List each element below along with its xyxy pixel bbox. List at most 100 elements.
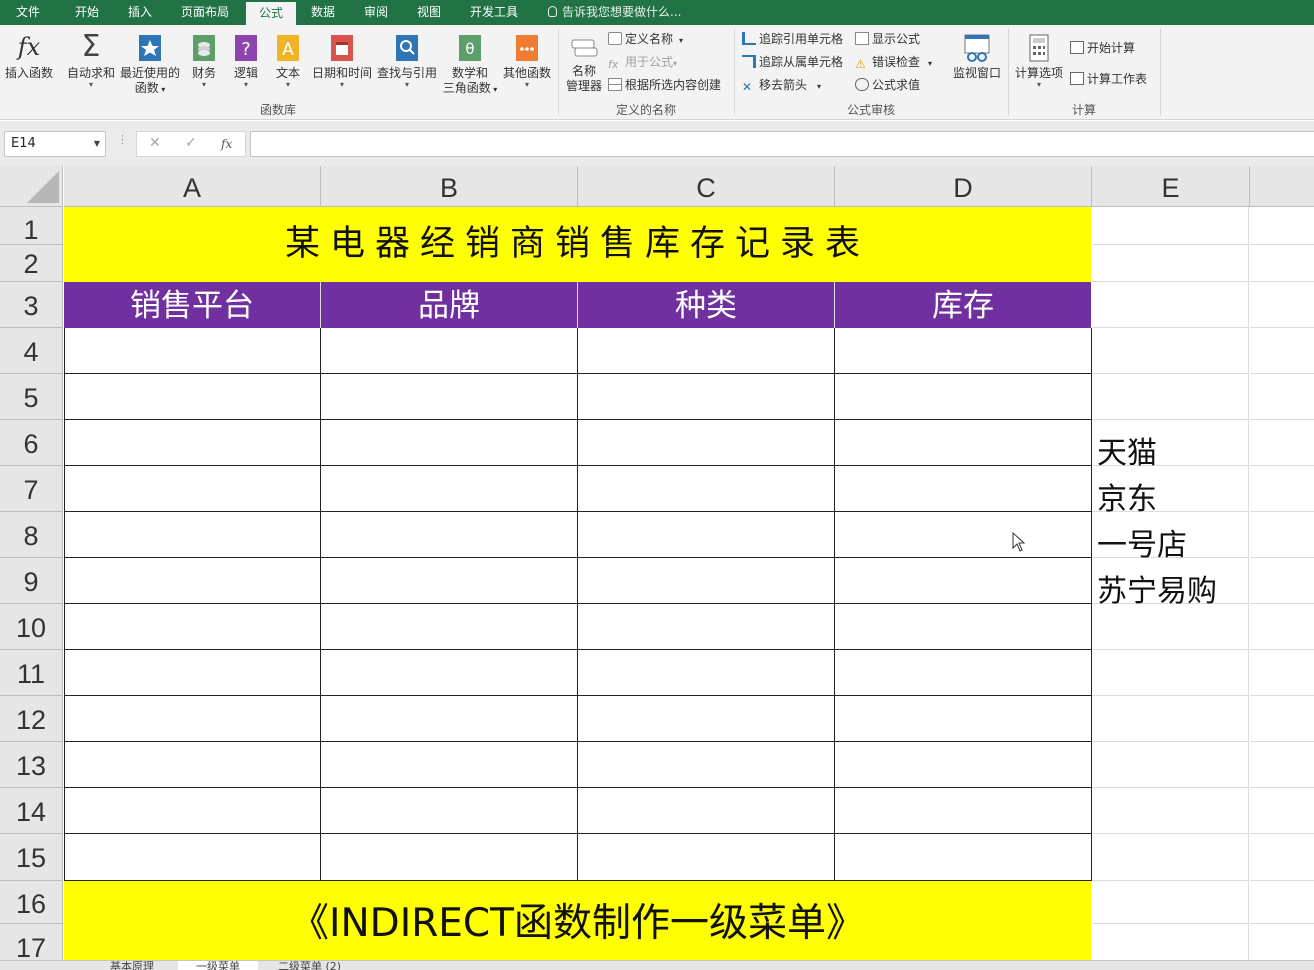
table-cell[interactable] bbox=[321, 834, 578, 881]
tab-developer[interactable]: 开发工具 bbox=[460, 0, 528, 25]
show-formulas-button[interactable]: 显示公式 bbox=[855, 30, 920, 48]
cell-e7[interactable]: 京东 bbox=[1097, 474, 1157, 518]
formula-input[interactable] bbox=[250, 131, 1314, 157]
column-header-b[interactable]: B bbox=[321, 166, 578, 207]
tab-page-layout[interactable]: 页面布局 bbox=[170, 0, 240, 25]
calculation-options-button[interactable]: 计算选项 ▾ bbox=[1012, 33, 1066, 89]
grid-cell[interactable] bbox=[1250, 696, 1314, 742]
table-cell[interactable] bbox=[578, 650, 835, 696]
table-cell[interactable] bbox=[835, 604, 1092, 650]
row-header[interactable]: 6 bbox=[0, 420, 63, 466]
table-cell[interactable] bbox=[321, 466, 578, 512]
grid-cell[interactable] bbox=[1092, 696, 1249, 742]
row-header[interactable]: 17 bbox=[0, 924, 63, 960]
row-header[interactable]: 9 bbox=[0, 558, 63, 604]
text-functions-button[interactable]: A 文本 ▾ bbox=[269, 33, 307, 89]
chevron-down-icon[interactable]: ▼ bbox=[94, 132, 100, 156]
grid-cell[interactable] bbox=[1250, 788, 1314, 834]
tab-data[interactable]: 数据 bbox=[298, 0, 348, 25]
worksheet-grid[interactable]: A B C D E 1 2 3 4 5 6 7 8 9 10 11 12 13 … bbox=[0, 166, 1314, 960]
fx-icon[interactable]: fx bbox=[221, 137, 232, 151]
use-in-formula-button[interactable]: fx 用于公式▾ bbox=[608, 53, 677, 71]
financial-button[interactable]: 财务 ▾ bbox=[185, 33, 223, 89]
row-header[interactable]: 14 bbox=[0, 788, 63, 834]
column-header-f[interactable] bbox=[1250, 166, 1314, 207]
column-header-a[interactable]: A bbox=[64, 166, 321, 207]
table-cell[interactable] bbox=[835, 788, 1092, 834]
name-manager-button[interactable]: 名称 管理器 bbox=[562, 35, 606, 94]
sheet-tab-active[interactable]: 一级菜单 bbox=[178, 961, 258, 970]
row-header[interactable]: 16 bbox=[0, 881, 63, 924]
insert-function-button[interactable]: fx 插入函数 bbox=[2, 33, 56, 81]
cancel-icon[interactable]: ✕ bbox=[149, 135, 161, 151]
sheet-tab[interactable]: 二级菜单 (2) bbox=[278, 961, 341, 970]
row-header[interactable]: 11 bbox=[0, 650, 63, 696]
footer-banner[interactable]: 《INDIRECT函数制作一级菜单》 bbox=[64, 881, 1091, 960]
grid-cell[interactable] bbox=[1250, 881, 1314, 924]
grid-cell[interactable] bbox=[1092, 924, 1249, 960]
grid-cell[interactable] bbox=[1250, 282, 1314, 328]
row-header[interactable]: 3 bbox=[0, 282, 63, 328]
table-cell[interactable] bbox=[578, 328, 835, 374]
trace-dependents-button[interactable]: 追踪从属单元格 bbox=[742, 53, 843, 71]
grid-cell[interactable] bbox=[1092, 650, 1249, 696]
table-cell[interactable] bbox=[578, 834, 835, 881]
table-cell[interactable] bbox=[64, 696, 321, 742]
row-header[interactable]: 13 bbox=[0, 742, 63, 788]
column-header-e[interactable]: E bbox=[1092, 166, 1250, 207]
table-cell[interactable] bbox=[578, 466, 835, 512]
table-cell[interactable] bbox=[578, 374, 835, 420]
grid-cell[interactable] bbox=[1092, 207, 1249, 245]
sheet-tab[interactable]: 基本原理 bbox=[110, 961, 154, 970]
logical-button[interactable]: ? 逻辑 ▾ bbox=[227, 33, 265, 89]
row-header[interactable]: 12 bbox=[0, 696, 63, 742]
table-cell[interactable] bbox=[835, 420, 1092, 466]
table-cell[interactable] bbox=[321, 742, 578, 788]
watch-window-button[interactable]: 监视窗口 bbox=[950, 33, 1004, 81]
table-cell[interactable] bbox=[835, 558, 1092, 604]
table-cell[interactable] bbox=[321, 696, 578, 742]
table-cell[interactable] bbox=[321, 512, 578, 558]
header-cell-stock[interactable]: 库存 bbox=[835, 282, 1091, 328]
grid-cell[interactable] bbox=[1250, 604, 1314, 650]
table-cell[interactable] bbox=[578, 604, 835, 650]
row-header[interactable]: 10 bbox=[0, 604, 63, 650]
grid-cell[interactable] bbox=[1092, 604, 1249, 650]
calculate-now-button[interactable]: 开始计算 bbox=[1070, 39, 1135, 57]
autosum-button[interactable]: Σ 自动求和 ▾ bbox=[64, 32, 118, 89]
grid-cell[interactable] bbox=[1250, 924, 1314, 960]
table-cell[interactable] bbox=[835, 328, 1092, 374]
table-cell[interactable] bbox=[835, 834, 1092, 881]
grid-cell[interactable] bbox=[1250, 558, 1314, 604]
grid-cell[interactable] bbox=[1092, 742, 1249, 788]
grid-cell[interactable] bbox=[1250, 512, 1314, 558]
table-cell[interactable] bbox=[64, 650, 321, 696]
trace-precedents-button[interactable]: 追踪引用单元格 bbox=[742, 30, 843, 48]
row-header[interactable]: 4 bbox=[0, 328, 63, 374]
table-cell[interactable] bbox=[321, 420, 578, 466]
table-cell[interactable] bbox=[321, 374, 578, 420]
grid-cell[interactable] bbox=[1092, 788, 1249, 834]
column-header-c[interactable]: C bbox=[578, 166, 835, 207]
grid-cell[interactable] bbox=[1250, 420, 1314, 466]
remove-arrows-button[interactable]: ✕ 移去箭头 ▾ bbox=[742, 76, 821, 94]
table-cell[interactable] bbox=[835, 650, 1092, 696]
table-cell[interactable] bbox=[578, 742, 835, 788]
check-icon[interactable]: ✓ bbox=[185, 135, 197, 151]
table-cell[interactable] bbox=[321, 788, 578, 834]
tab-insert[interactable]: 插入 bbox=[115, 0, 165, 25]
cell-e9[interactable]: 苏宁易购 bbox=[1097, 566, 1217, 610]
table-cell[interactable] bbox=[321, 650, 578, 696]
grid-cell[interactable] bbox=[1092, 834, 1249, 881]
cell-e6[interactable]: 天猫 bbox=[1097, 428, 1157, 472]
tell-me-box[interactable]: 告诉我您想要做什么... bbox=[548, 0, 681, 25]
tab-view[interactable]: 视图 bbox=[404, 0, 454, 25]
grid-cell[interactable] bbox=[1250, 245, 1314, 282]
table-cell[interactable] bbox=[578, 696, 835, 742]
row-header[interactable]: 5 bbox=[0, 374, 63, 420]
table-cell[interactable] bbox=[64, 834, 321, 881]
table-cell[interactable] bbox=[578, 788, 835, 834]
more-functions-button[interactable]: 其他函数 ▾ bbox=[500, 33, 554, 89]
table-cell[interactable] bbox=[321, 328, 578, 374]
name-box[interactable]: E14 ▼ bbox=[4, 131, 106, 157]
